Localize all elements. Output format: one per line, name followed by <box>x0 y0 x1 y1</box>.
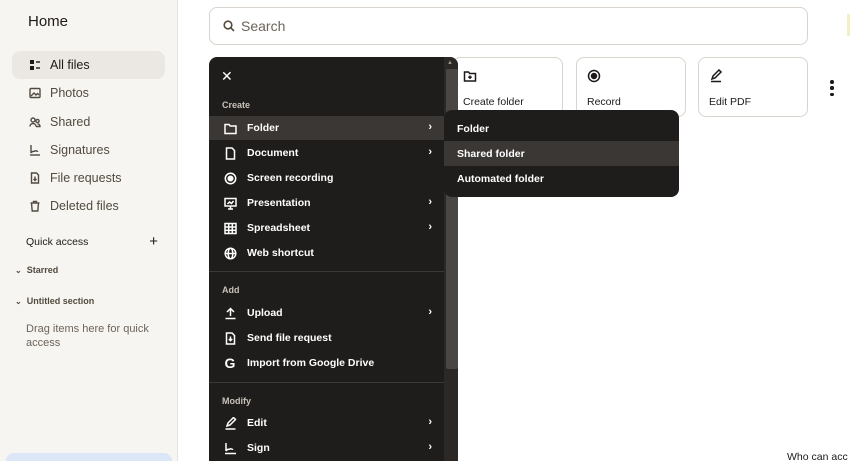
menu-item-sign[interactable]: Sign › <box>209 436 444 460</box>
sidebar-item-label: All files <box>50 58 90 72</box>
submenu-item-folder[interactable]: Folder <box>444 116 679 141</box>
tile-label: Record <box>587 96 621 108</box>
section-add-heading: Add <box>222 285 240 295</box>
create-menu: ✕ ▲ Create Folder › Document › Screen re… <box>209 57 458 461</box>
section-modify-heading: Modify <box>222 396 251 406</box>
all-files-icon <box>28 58 42 72</box>
sidebar-item-label: File requests <box>50 171 122 186</box>
chevron-right-icon: › <box>428 306 432 318</box>
more-options-icon[interactable] <box>829 80 835 96</box>
menu-item-label: Upload <box>247 307 283 319</box>
presentation-icon <box>223 196 237 210</box>
starred-section-toggle[interactable]: ⌄ Starred <box>15 265 58 275</box>
edit-icon <box>223 416 237 430</box>
menu-divider <box>209 271 444 272</box>
untitled-section-toggle[interactable]: ⌄ Untitled section <box>15 296 94 306</box>
submenu-item-shared-folder[interactable]: Shared folder <box>444 141 679 166</box>
sign-icon <box>223 441 237 455</box>
screen-recording-icon <box>223 171 237 185</box>
spreadsheet-icon <box>223 221 237 235</box>
file-requests-icon <box>28 171 42 185</box>
quick-access-drag-hint: Drag items here for quick access <box>26 323 149 349</box>
create-folder-icon <box>463 69 477 83</box>
menu-item-label: Edit <box>247 417 267 429</box>
menu-item-web-shortcut[interactable]: Web shortcut <box>209 241 444 265</box>
search-icon <box>223 20 235 32</box>
tile-label: Create folder <box>463 96 524 108</box>
chevron-right-icon: › <box>428 221 432 233</box>
submenu-item-automated-folder[interactable]: Automated folder <box>444 166 679 191</box>
sidebar-nav: All files Photos Shared Signatures File … <box>12 51 165 221</box>
chevron-right-icon: › <box>428 146 432 158</box>
file-request-icon <box>223 331 237 345</box>
edit-pdf-icon <box>709 68 723 83</box>
globe-icon <box>223 246 237 260</box>
menu-item-document[interactable]: Document › <box>209 141 444 165</box>
sidebar-item-label: Signatures <box>50 142 110 157</box>
sidebar-item-photos[interactable]: Photos <box>12 79 165 107</box>
document-icon <box>223 146 237 160</box>
upload-icon <box>223 306 237 320</box>
google-icon: G <box>224 355 236 371</box>
menu-item-send-file-request[interactable]: Send file request <box>209 326 444 350</box>
chevron-down-icon: ⌄ <box>15 296 22 306</box>
search-input[interactable]: Search <box>209 7 808 45</box>
shared-icon <box>28 115 42 129</box>
search-placeholder: Search <box>241 18 286 34</box>
menu-item-label: Spreadsheet <box>247 222 311 234</box>
section-create-heading: Create <box>222 100 251 110</box>
menu-item-label: Sign <box>247 442 270 454</box>
upgrade-banner[interactable] <box>6 453 172 461</box>
menu-item-import-google-drive[interactable]: G Import from Google Drive <box>209 351 444 375</box>
sidebar-item-all-files[interactable]: All files <box>12 51 165 79</box>
menu-divider <box>209 382 444 383</box>
chevron-right-icon: › <box>428 196 432 208</box>
sidebar-item-label: Photos <box>50 86 89 101</box>
add-quick-access-button[interactable]: + <box>149 234 158 249</box>
close-icon[interactable]: ✕ <box>221 68 233 85</box>
quick-access-header: Quick access + <box>26 234 158 249</box>
sidebar-item-shared[interactable]: Shared <box>12 108 165 136</box>
menu-item-upload[interactable]: Upload › <box>209 301 444 325</box>
signatures-icon <box>28 143 42 157</box>
home-title[interactable]: Home <box>28 13 68 30</box>
chevron-right-icon: › <box>428 121 432 133</box>
folder-submenu: Folder Shared folder Automated folder <box>444 110 679 197</box>
untitled-section-label: Untitled section <box>26 296 95 306</box>
menu-item-label: Screen recording <box>247 172 334 184</box>
menu-item-label: Send file request <box>247 332 332 344</box>
menu-item-label: Web shortcut <box>247 247 314 259</box>
create-folder-tile[interactable]: Create folder <box>452 57 563 117</box>
menu-item-presentation[interactable]: Presentation › <box>209 191 444 215</box>
menu-item-spreadsheet[interactable]: Spreadsheet › <box>209 216 444 240</box>
menu-item-label: Presentation <box>247 197 311 209</box>
scroll-up-icon[interactable]: ▲ <box>447 60 453 66</box>
who-can-access-text: Who can acc <box>787 451 848 461</box>
quick-access-label: Quick access <box>26 236 89 248</box>
menu-item-screen-recording[interactable]: Screen recording <box>209 166 444 190</box>
sidebar-item-label: Shared <box>50 114 91 129</box>
sidebar-item-deleted-files[interactable]: Deleted files <box>12 192 165 220</box>
chevron-right-icon: › <box>428 441 432 453</box>
starred-label: Starred <box>26 265 59 275</box>
tile-label: Edit PDF <box>709 96 752 108</box>
photos-icon <box>28 86 42 100</box>
sidebar-item-label: Deleted files <box>50 199 119 214</box>
menu-item-label: Folder <box>247 122 280 134</box>
menu-item-label: Document <box>247 147 299 159</box>
folder-icon <box>223 121 237 135</box>
chevron-down-icon: ⌄ <box>15 265 22 275</box>
sidebar-item-signatures[interactable]: Signatures <box>12 136 165 164</box>
record-tile[interactable]: Record <box>576 57 686 117</box>
deleted-files-icon <box>28 199 42 213</box>
menu-item-label: Import from Google Drive <box>247 357 375 369</box>
sidebar: Home All files Photos Shared Signatures … <box>0 0 178 461</box>
edit-pdf-tile[interactable]: Edit PDF <box>698 57 808 117</box>
sidebar-item-file-requests[interactable]: File requests <box>12 164 165 192</box>
menu-item-folder[interactable]: Folder › <box>209 116 444 140</box>
record-icon <box>587 69 601 83</box>
menu-item-edit[interactable]: Edit › <box>209 411 444 435</box>
chevron-right-icon: › <box>428 416 432 428</box>
